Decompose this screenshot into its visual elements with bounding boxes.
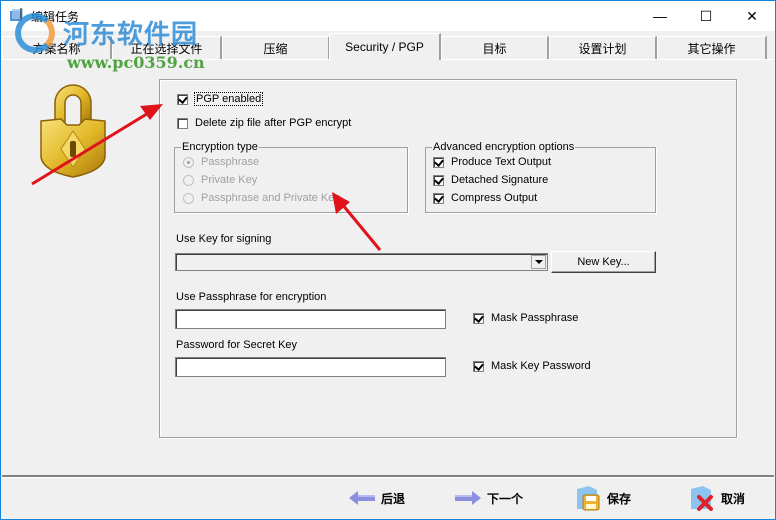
tab-strip: 方案名称 正在选择文件 压缩 Security / PGP 目标 设置计划 其它… [2,33,774,60]
delete-zip-label: Delete zip file after PGP encrypt [195,117,352,129]
radio-label: Private Key [201,174,258,186]
checkbox-label: Produce Text Output [451,156,552,168]
tab-target[interactable]: 目标 [441,36,549,59]
mask-key-password-checkbox[interactable]: Mask Key Password [473,360,591,372]
checkbox-box[interactable] [473,360,484,372]
tab-label: 方案名称 [32,41,81,56]
title-bar: 编辑任务 — ☐ ✕ [1,1,775,31]
edit-task-window: 编辑任务 — ☐ ✕ 方案名称 正在选择文件 压缩 Security / PGP… [0,0,776,520]
back-label: 后退 [381,491,406,506]
checkbox-box[interactable] [177,117,188,129]
next-button[interactable]: 下一个 [455,484,523,512]
radio-button[interactable] [183,174,194,186]
checkbox-label: Mask Key Password [491,360,591,372]
radio-label: Passphrase [201,156,260,168]
window-title: 编辑任务 [31,10,80,24]
tab-label: Security / PGP [345,40,424,54]
mask-passphrase-checkbox[interactable]: Mask Passphrase [473,312,578,324]
passphrase-label: Use Passphrase for encryption [176,291,327,303]
produce-text-output-checkbox[interactable]: Produce Text Output [433,156,551,168]
checkbox-box[interactable] [177,93,188,105]
checkbox-label: Detached Signature [451,174,549,186]
new-key-label: New Key... [577,256,630,268]
pgp-enabled-checkbox[interactable]: PGP enabled [177,92,264,106]
minimize-button[interactable]: — [637,1,683,31]
maximize-button[interactable]: ☐ [683,1,729,31]
maximize-icon: ☐ [699,7,713,24]
next-label: 下一个 [487,491,524,506]
new-key-button[interactable]: New Key... [551,251,656,273]
chevron-down-icon[interactable] [531,255,546,269]
checkbox-box[interactable] [433,156,444,168]
tab-label: 压缩 [263,41,288,56]
compress-output-checkbox[interactable]: Compress Output [433,192,537,204]
close-button[interactable]: ✕ [729,1,775,31]
back-button[interactable]: 后退 [349,484,405,512]
pgp-enabled-label: PGP enabled [193,92,264,106]
radio-button[interactable] [183,156,194,168]
save-label: 保存 [607,491,632,506]
checkbox-box[interactable] [433,192,444,204]
tab-select-files[interactable]: 正在选择文件 [112,36,222,59]
save-button[interactable]: 保存 [575,484,631,512]
radio-label: Passphrase and Private Key [201,192,340,204]
checkbox-box[interactable] [433,174,444,186]
passphrase-input[interactable] [175,309,446,329]
cancel-icon [691,486,713,511]
radio-passphrase-and-private-key[interactable]: Passphrase and Private Key [183,192,340,204]
tab-label: 其它操作 [687,41,736,56]
close-icon: ✕ [746,7,758,24]
minimize-icon: — [653,8,667,24]
secret-key-password-label: Password for Secret Key [176,339,298,351]
checkbox-label: Compress Output [451,192,538,204]
tab-label: 正在选择文件 [130,41,203,56]
cancel-label: 取消 [721,491,746,506]
checkbox-box[interactable] [473,312,484,324]
tab-plan-name[interactable]: 方案名称 [2,36,112,59]
checkbox-label: Mask Passphrase [491,312,579,324]
tab-other-actions[interactable]: 其它操作 [657,36,767,59]
delete-zip-checkbox[interactable]: Delete zip file after PGP encrypt [177,117,351,129]
app-icon [10,8,23,21]
signing-key-label: Use Key for signing [176,233,272,245]
padlock-icon [40,84,106,178]
advanced-encryption-legend: Advanced encryption options [432,141,576,153]
detached-signature-checkbox[interactable]: Detached Signature [433,174,548,186]
encryption-type-legend: Encryption type [181,141,259,153]
save-icon [577,486,600,511]
tab-security-pgp[interactable]: Security / PGP [329,33,441,60]
radio-passphrase[interactable]: Passphrase [183,156,259,168]
tab-schedule[interactable]: 设置计划 [549,36,657,59]
tab-label: 目标 [482,41,507,56]
secret-key-password-input[interactable] [175,357,446,377]
arrow-left-icon [349,491,375,505]
tab-label: 设置计划 [578,41,627,56]
cancel-button[interactable]: 取消 [689,484,745,512]
signing-key-dropdown[interactable] [175,253,548,271]
arrow-right-icon [455,491,481,505]
radio-button[interactable] [183,192,194,204]
tab-compress[interactable]: 压缩 [222,36,330,59]
radio-private-key[interactable]: Private Key [183,174,257,186]
footer-divider [2,475,774,478]
